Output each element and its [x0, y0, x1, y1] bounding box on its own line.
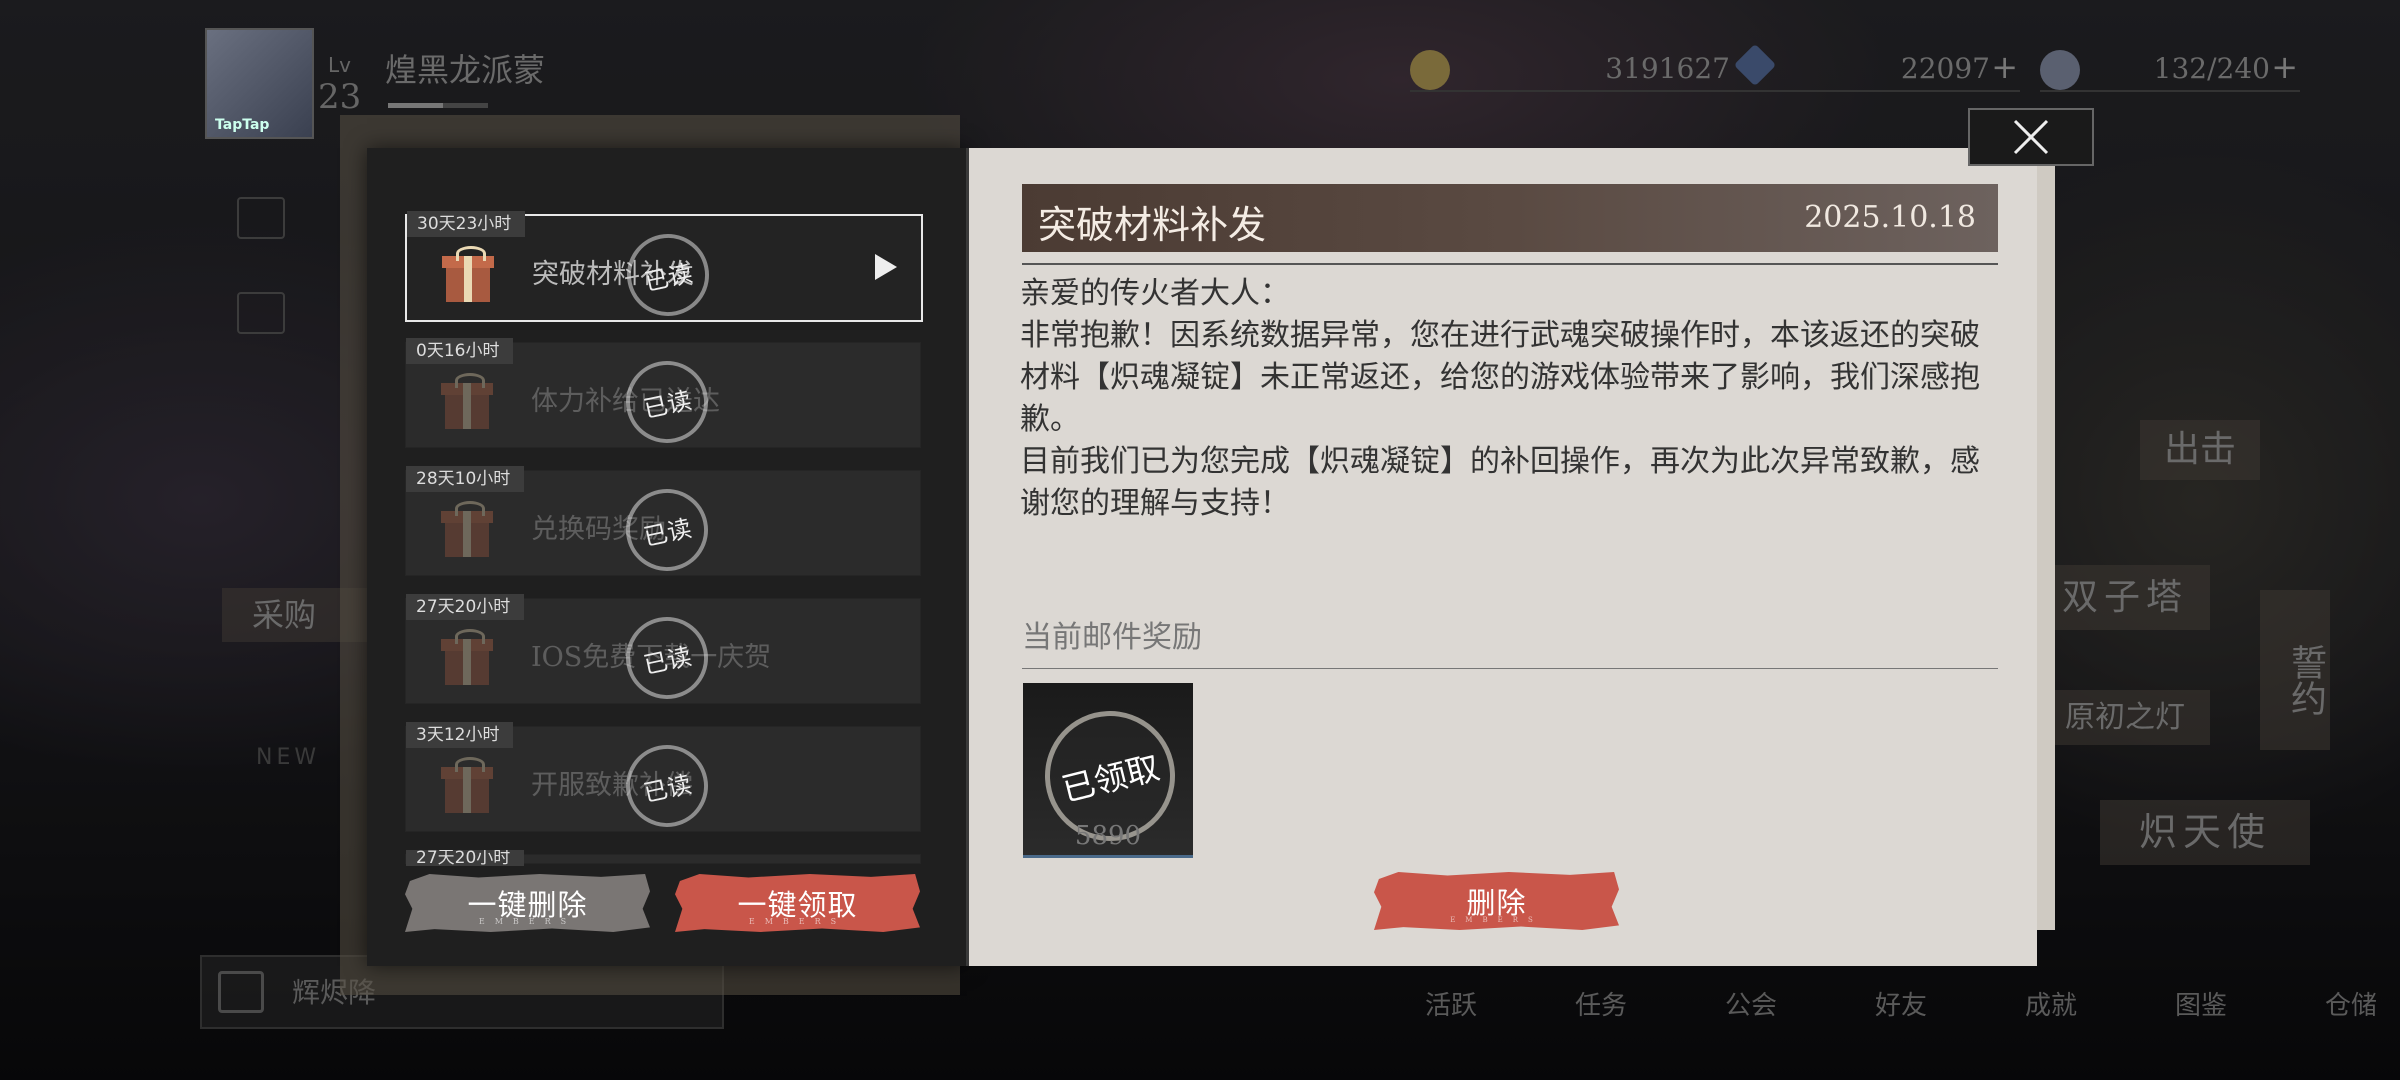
read-stamp: 已读: [618, 353, 716, 451]
panel-divider: [966, 148, 969, 966]
mail-timer: 27天20小时: [406, 594, 525, 620]
mail-timer: 28天10小时: [406, 466, 525, 492]
mail-icon[interactable]: [237, 292, 285, 334]
xp-bar-fill: [388, 103, 443, 108]
avatar-badge: TapTap: [215, 117, 270, 133]
angel-banner[interactable]: 炽天使: [2100, 800, 2310, 865]
mail-item-3[interactable]: 27天20小时 IOS免费下载一庆贺 已读: [405, 594, 921, 707]
player-avatar[interactable]: TapTap: [205, 28, 314, 139]
shop-label: 采购: [252, 596, 317, 634]
close-icon: [2013, 119, 2049, 155]
nav-activity[interactable]: 活跃: [1425, 985, 1477, 1022]
button-sub-caption: EMBERS: [478, 917, 577, 926]
reward-item[interactable]: 已领取 5890: [1023, 683, 1193, 858]
button-sub-caption: EMBERS: [748, 917, 847, 926]
depart-banner[interactable]: 出击: [2140, 420, 2260, 480]
mail-paragraph-2: 目前我们已为您完成【炽魂凝锭】的补回操作，再次为此次异常致歉，感谢您的理解与支持…: [1020, 444, 1980, 521]
claim-all-button[interactable]: 一键领取 EMBERS: [675, 874, 920, 932]
mail-greeting: 亲爱的传火者大人：: [1020, 276, 1290, 311]
gold-coin-icon: [1410, 50, 1450, 90]
reward-section-label: 当前邮件奖励: [1022, 620, 1202, 655]
oath-banner[interactable]: 誓约: [2260, 590, 2330, 750]
nav-tasks[interactable]: 任务: [1575, 985, 1627, 1022]
delete-all-button[interactable]: 一键删除 EMBERS: [405, 874, 650, 932]
resource-gold: 3191627: [1410, 50, 1790, 92]
angel-label: 炽天使: [2138, 810, 2271, 854]
mail-title: 突破材料补发: [1038, 203, 1267, 247]
close-button[interactable]: [1968, 108, 2094, 166]
chat-icon: [218, 971, 264, 1013]
mail-body: 亲爱的传火者大人： 非常抱歉！因系统数据异常，您在进行武魂突破操作时，本该返还的…: [1020, 273, 2005, 525]
depart-label: 出击: [2163, 429, 2236, 470]
mail-item-1[interactable]: 0天16小时 体力补给已送达 已读: [405, 338, 921, 451]
level-label: Lv: [328, 53, 351, 77]
mail-paragraph-1: 非常抱歉！因系统数据异常，您在进行武魂突破操作时，本该返还的突破材料【炽魂凝锭】…: [1020, 318, 1980, 437]
stamina-value: 132/240: [2153, 52, 2270, 85]
dialog-paper-edge: [2035, 160, 2055, 930]
resource-crystal: 22097 +: [1733, 43, 2020, 92]
delete-button[interactable]: 删除 EMBERS: [1374, 872, 1619, 930]
player-name: 煌黑龙派蒙: [385, 51, 546, 89]
mail-timer: 27天20小时: [406, 850, 525, 866]
bottom-nav: 活跃 任务 公会 好友 成就 图鉴 仓储: [1390, 985, 2400, 1045]
mail-item-2[interactable]: 28天10小时 兑换码奖励 已读: [405, 466, 921, 579]
notice-icon[interactable]: [237, 197, 285, 239]
mail-item-5[interactable]: 27天20小时: [405, 850, 921, 866]
mail-date: 2025.10.18: [1804, 200, 1976, 235]
open-arrow-icon: [875, 254, 897, 280]
read-stamp: 已读: [618, 609, 716, 707]
new-label: NEW: [256, 745, 321, 770]
gift-icon: [441, 373, 493, 431]
crystal-icon: [1733, 43, 1777, 87]
resource-stamina: 132/240 +: [2040, 48, 2300, 92]
top-bar: TapTap Lv 23 煌黑龙派蒙 3191627 22097 + 132/2…: [200, 25, 2400, 139]
mail-timer: 3天12小时: [406, 722, 514, 748]
gold-value: 3191627: [1605, 52, 1730, 85]
twin-tower-label: 双子塔: [2061, 577, 2188, 618]
add-crystal-button[interactable]: +: [1991, 48, 2018, 86]
mail-content-panel: 突破材料补发 2025.10.18 亲爱的传火者大人： 非常抱歉！因系统数据异常…: [966, 148, 2037, 966]
mail-list-panel: 30天23小时 突破材料补发 已读 0天16小时 体力补给已送达 已读 28天1…: [367, 148, 967, 966]
nav-friends[interactable]: 好友: [1875, 985, 1927, 1022]
gift-icon: [441, 629, 493, 687]
mail-item-4[interactable]: 3天12小时 开服致歉补偿 已读: [405, 722, 921, 835]
add-stamina-button[interactable]: +: [2271, 48, 2298, 86]
player-level: 23: [318, 77, 362, 117]
gift-icon: [441, 757, 493, 815]
read-stamp: 已读: [619, 226, 717, 324]
read-stamp: 已读: [618, 481, 716, 579]
reward-divider: [1022, 668, 1998, 669]
mail-timer: 0天16小时: [406, 338, 514, 364]
nav-achievements[interactable]: 成就: [2025, 985, 2077, 1022]
mail-list[interactable]: 30天23小时 突破材料补发 已读 0天16小时 体力补给已送达 已读 28天1…: [367, 178, 967, 978]
xp-bar: [388, 103, 488, 108]
mail-title-bar: 突破材料补发 2025.10.18: [1022, 184, 1998, 252]
gift-icon: [441, 501, 493, 559]
title-divider: [1022, 263, 1998, 265]
crystal-value: 22097: [1900, 52, 1990, 85]
nav-guild[interactable]: 公会: [1725, 985, 1777, 1022]
button-sub-caption: EMBERS: [1450, 916, 1543, 924]
oath-label: 誓约: [2285, 644, 2326, 716]
mail-item-0[interactable]: 30天23小时 突破材料补发 已读: [405, 211, 923, 324]
gift-icon: [442, 246, 494, 304]
read-stamp: 已读: [618, 737, 716, 835]
nav-storage[interactable]: 仓储: [2325, 985, 2377, 1022]
stamina-potion-icon: [2040, 50, 2080, 90]
origin-lamp-banner[interactable]: 原初之灯: [2040, 690, 2210, 745]
twin-tower-banner[interactable]: 双子塔: [2040, 565, 2210, 630]
nav-codex[interactable]: 图鉴: [2175, 985, 2227, 1022]
reward-quantity: 5890: [1074, 821, 1142, 851]
origin-lamp-label: 原初之灯: [2065, 700, 2185, 735]
mail-timer: 30天23小时: [407, 211, 526, 237]
